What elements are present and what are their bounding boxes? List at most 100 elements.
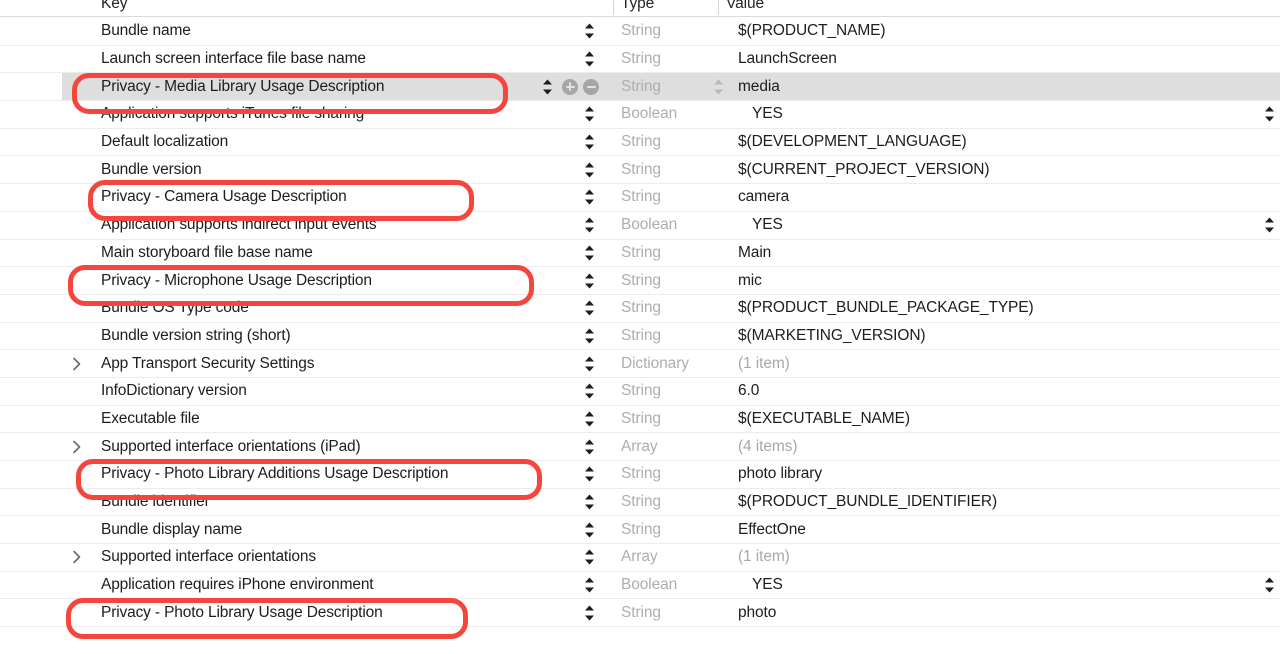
table-row[interactable]: Bundle name String $(PRODUCT_NAME): [0, 18, 1280, 46]
row-type-stepper-icon[interactable]: [583, 438, 596, 455]
row-type-stepper-icon[interactable]: [583, 466, 596, 483]
table-row[interactable]: Application supports iTunes file sharing…: [0, 101, 1280, 129]
row-value-label[interactable]: EffectOne: [738, 521, 806, 539]
row-type-stepper-icon[interactable]: [583, 217, 596, 234]
row-value-label[interactable]: media: [738, 78, 780, 96]
row-type-stepper-icon[interactable]: [583, 189, 596, 206]
row-value-label[interactable]: (1 item): [738, 548, 790, 566]
add-row-button[interactable]: [562, 78, 578, 95]
column-header-value[interactable]: Value: [726, 0, 764, 13]
row-type-stepper-icon[interactable]: [583, 23, 596, 40]
row-value-label[interactable]: LaunchScreen: [738, 50, 837, 68]
row-key-label[interactable]: Privacy - Camera Usage Description: [101, 188, 347, 206]
row-type-label[interactable]: String: [621, 465, 661, 483]
row-key-label[interactable]: Application supports iTunes file sharing: [101, 105, 364, 123]
row-value-label[interactable]: $(PRODUCT_BUNDLE_IDENTIFIER): [738, 493, 997, 511]
row-boolean-stepper-icon[interactable]: [1263, 217, 1276, 234]
row-key-label[interactable]: Supported interface orientations: [101, 548, 316, 566]
table-row[interactable]: Privacy - Media Library Usage Descriptio…: [0, 73, 1280, 102]
row-type-label[interactable]: Boolean: [621, 576, 677, 594]
row-type-stepper-icon[interactable]: [583, 106, 596, 123]
table-row[interactable]: Supported interface orientations Array (1 …: [0, 544, 1280, 572]
row-key-label[interactable]: Executable file: [101, 410, 200, 428]
chevron-right-icon[interactable]: [70, 550, 84, 564]
row-value-label[interactable]: $(MARKETING_VERSION): [738, 327, 926, 345]
row-type-stepper-icon[interactable]: [583, 604, 596, 621]
row-key-label[interactable]: Supported interface orientations (iPad): [101, 438, 361, 456]
table-row[interactable]: Executable file String $(EXECUTABLE_NAME): [0, 405, 1280, 434]
chevron-right-icon[interactable]: [70, 357, 84, 371]
row-type-label[interactable]: String: [621, 22, 661, 40]
row-value-label[interactable]: (1 item): [738, 355, 790, 373]
row-type-label[interactable]: String: [621, 272, 661, 290]
row-type-stepper-icon[interactable]: [583, 51, 596, 68]
row-value-label[interactable]: Main: [738, 244, 771, 262]
remove-row-button[interactable]: [583, 78, 599, 95]
row-type-label[interactable]: Boolean: [621, 105, 677, 123]
row-boolean-stepper-icon[interactable]: [1263, 577, 1276, 594]
row-key-label[interactable]: Bundle name: [101, 22, 191, 40]
table-row[interactable]: Application requires iPhone environment B…: [0, 571, 1280, 600]
row-type-label[interactable]: String: [621, 493, 661, 511]
table-row[interactable]: Bundle version String $(CURRENT_PROJECT_VE…: [0, 156, 1280, 185]
row-key-label[interactable]: Bundle display name: [101, 521, 242, 539]
row-value-label[interactable]: $(PRODUCT_BUNDLE_PACKAGE_TYPE): [738, 299, 1034, 317]
row-type-stepper-icon[interactable]: [583, 355, 596, 372]
row-key-label[interactable]: Privacy - Media Library Usage Descriptio…: [101, 78, 384, 96]
row-key-label[interactable]: Default localization: [101, 133, 228, 151]
row-type-label[interactable]: String: [621, 188, 661, 206]
row-type-label[interactable]: String: [621, 521, 661, 539]
row-type-stepper-icon[interactable]: [583, 272, 596, 289]
table-row[interactable]: Default localization String $(DEVELOPMENT_…: [0, 128, 1280, 157]
row-value-stepper-icon[interactable]: [712, 78, 725, 95]
row-type-stepper-icon[interactable]: [583, 577, 596, 594]
row-value-label[interactable]: $(CURRENT_PROJECT_VERSION): [738, 161, 990, 179]
row-type-stepper-icon[interactable]: [541, 78, 554, 95]
row-type-label[interactable]: String: [621, 133, 661, 151]
row-key-label[interactable]: Bundle version: [101, 161, 202, 179]
table-row[interactable]: Application supports indirect input even…: [0, 211, 1280, 240]
chevron-right-icon[interactable]: [70, 440, 84, 454]
column-header-type[interactable]: Type: [621, 0, 654, 13]
table-row[interactable]: Privacy - Microphone Usage Description St…: [0, 267, 1280, 295]
row-type-label[interactable]: Array: [621, 548, 658, 566]
row-type-label[interactable]: String: [621, 50, 661, 68]
column-header-key[interactable]: Key: [101, 0, 128, 13]
row-key-label[interactable]: Bundle OS Type code: [101, 299, 249, 317]
row-value-label[interactable]: photo library: [738, 465, 822, 483]
row-type-label[interactable]: String: [621, 244, 661, 262]
table-row[interactable]: Privacy - Photo Library Usage Descriptio…: [0, 599, 1280, 628]
row-key-label[interactable]: Application requires iPhone environment: [101, 576, 374, 594]
row-key-label[interactable]: Application supports indirect input even…: [101, 216, 377, 234]
row-key-label[interactable]: InfoDictionary version: [101, 382, 247, 400]
table-row[interactable]: Main storyboard file base name String Main: [0, 239, 1280, 268]
row-value-label[interactable]: YES: [752, 105, 783, 123]
table-row[interactable]: Privacy - Camera Usage Description String…: [0, 184, 1280, 212]
row-value-label[interactable]: camera: [738, 188, 789, 206]
row-type-stepper-icon[interactable]: [583, 161, 596, 178]
row-type-label[interactable]: String: [621, 410, 661, 428]
row-value-label[interactable]: $(PRODUCT_NAME): [738, 22, 886, 40]
row-key-label[interactable]: Launch screen interface file base name: [101, 50, 366, 68]
row-type-label[interactable]: String: [621, 78, 661, 96]
row-type-label[interactable]: Array: [621, 438, 658, 456]
table-row[interactable]: App Transport Security Settings Dictionar…: [0, 350, 1280, 378]
table-row[interactable]: InfoDictionary version String 6.0: [0, 377, 1280, 406]
row-type-label[interactable]: String: [621, 604, 661, 622]
row-type-stepper-icon[interactable]: [583, 383, 596, 400]
row-type-stepper-icon[interactable]: [583, 549, 596, 566]
table-row[interactable]: Bundle display name String EffectOne: [0, 516, 1280, 545]
row-type-stepper-icon[interactable]: [583, 244, 596, 261]
row-type-stepper-icon[interactable]: [583, 521, 596, 538]
row-type-label[interactable]: String: [621, 299, 661, 317]
row-boolean-stepper-icon[interactable]: [1263, 106, 1276, 123]
row-type-stepper-icon[interactable]: [583, 494, 596, 511]
row-type-label[interactable]: Dictionary: [621, 355, 689, 373]
row-value-label[interactable]: $(EXECUTABLE_NAME): [738, 410, 910, 428]
row-value-label[interactable]: mic: [738, 272, 762, 290]
row-type-label[interactable]: String: [621, 382, 661, 400]
table-row[interactable]: Bundle identifier String $(PRODUCT_BUNDLE_…: [0, 488, 1280, 517]
row-value-label[interactable]: YES: [752, 216, 783, 234]
row-type-stepper-icon[interactable]: [583, 410, 596, 427]
row-type-label[interactable]: String: [621, 327, 661, 345]
